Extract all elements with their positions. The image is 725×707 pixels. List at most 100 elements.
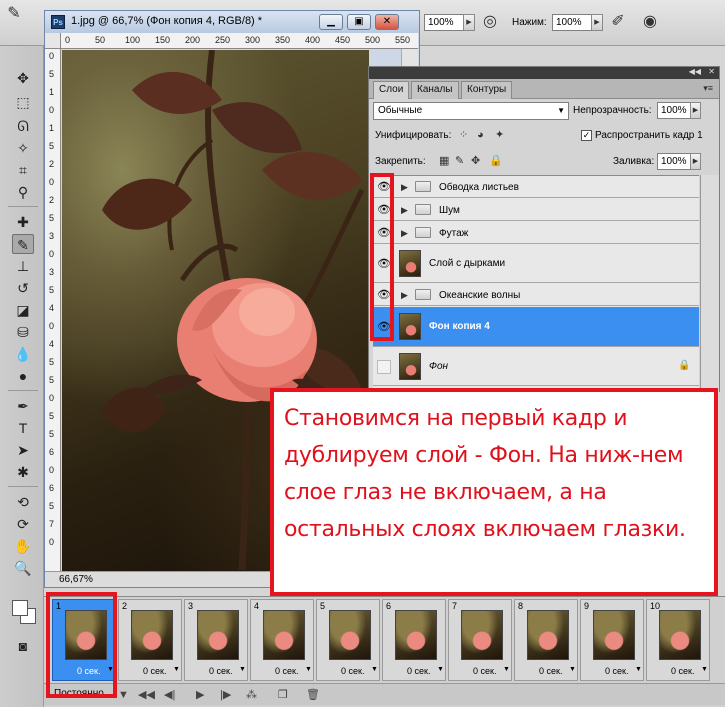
layer-row-group[interactable]: 👁 ▶ Шум: [373, 199, 699, 221]
dodge-tool-icon[interactable]: ●: [12, 366, 34, 386]
animation-frame[interactable]: 9 0 сек. ▼: [580, 599, 644, 681]
chevron-down-icon[interactable]: ▼: [239, 666, 246, 673]
unify-visibility-icon[interactable]: ◕: [477, 129, 484, 141]
first-frame-icon[interactable]: ◀◀: [138, 687, 155, 703]
frame-delay[interactable]: 0 сек.: [143, 666, 166, 676]
lock-pixels-icon[interactable]: ✎: [455, 155, 464, 167]
3d-rotate-tool-icon[interactable]: ⟲: [12, 492, 34, 512]
frame-delay[interactable]: 0 сек.: [407, 666, 430, 676]
ruler-corner[interactable]: [45, 33, 61, 49]
chevron-down-icon[interactable]: ▼: [371, 666, 378, 673]
layer-row[interactable]: 👁 Слой с дырками: [373, 245, 699, 283]
frame-delay[interactable]: 0 сек.: [275, 666, 298, 676]
layer-row-selected[interactable]: 👁 Фон копия 4: [373, 307, 699, 347]
minimize-button[interactable]: ▁: [319, 14, 343, 30]
lock-all-icon[interactable]: 🔒: [489, 155, 503, 167]
lasso-tool-icon[interactable]: ᘏ: [12, 116, 34, 136]
brush-tool-icon[interactable]: ✎: [12, 234, 34, 254]
eyedropper-tool-icon[interactable]: ⚲: [12, 182, 34, 202]
zoom-level[interactable]: 66,67%: [59, 574, 93, 585]
tab-paths[interactable]: Контуры: [461, 81, 513, 99]
chevron-down-icon[interactable]: ▼: [635, 666, 642, 673]
expand-triangle-icon[interactable]: ▶: [401, 228, 408, 239]
press-input[interactable]: 100%: [552, 14, 592, 31]
delete-frame-icon[interactable]: 🗑: [306, 687, 320, 703]
chevron-down-icon[interactable]: ▼: [569, 666, 576, 673]
clone-stamp-tool-icon[interactable]: ⊥: [12, 256, 34, 276]
animation-frame[interactable]: 2 0 сек. ▼: [118, 599, 182, 681]
fill-input[interactable]: 100%: [657, 153, 691, 170]
animation-frame[interactable]: 6 0 сек. ▼: [382, 599, 446, 681]
press-dropdown-arrow[interactable]: ▶: [591, 14, 603, 31]
paint-bucket-tool-icon[interactable]: ⛁: [12, 322, 34, 342]
frame-delay[interactable]: 0 сек.: [473, 666, 496, 676]
panel-close-icon[interactable]: ✕: [708, 67, 715, 76]
maximize-button[interactable]: ▣: [347, 14, 371, 30]
play-icon[interactable]: ▶: [196, 687, 204, 703]
blend-mode-select[interactable]: Обычные ▼: [373, 102, 569, 120]
pen-tool-icon[interactable]: ✒: [12, 396, 34, 416]
tab-layers[interactable]: Слои: [373, 81, 410, 99]
close-button[interactable]: ✕: [375, 14, 399, 30]
collapse-icon[interactable]: ◀◀: [689, 67, 701, 76]
zoom-tool-icon[interactable]: 🔍: [12, 558, 34, 578]
layer-opacity-input[interactable]: 100%: [657, 102, 691, 119]
pressure-size-icon[interactable]: ◉: [640, 12, 660, 32]
animation-frame[interactable]: 10 0 сек. ▼: [646, 599, 710, 681]
panel-collapse-strip[interactable]: ◀◀ ✕: [369, 67, 719, 79]
layer-row-group[interactable]: 👁 ▶ Футаж: [373, 222, 699, 244]
new-frame-icon[interactable]: ❐: [278, 687, 288, 703]
propagate-checkbox[interactable]: ✓: [581, 130, 592, 141]
crop-tool-icon[interactable]: ⌗: [12, 160, 34, 180]
type-tool-icon[interactable]: T: [12, 418, 34, 438]
frame-delay[interactable]: 0 сек.: [539, 666, 562, 676]
loop-dropdown-icon[interactable]: ▼: [118, 687, 129, 703]
animation-frame[interactable]: 5 0 сек. ▼: [316, 599, 380, 681]
document-titlebar[interactable]: Ps 1.jpg @ 66,7% (Фон копия 4, RGB/8) * …: [45, 11, 419, 33]
marquee-tool-icon[interactable]: ⬚: [12, 92, 34, 112]
chevron-down-icon[interactable]: ▼: [701, 666, 708, 673]
frame-delay[interactable]: 0 сек.: [605, 666, 628, 676]
pressure-opacity-icon[interactable]: ✐: [608, 12, 628, 32]
eraser-tool-icon[interactable]: ◪: [12, 300, 34, 320]
panel-menu-icon[interactable]: ▾≡: [703, 83, 713, 94]
chevron-down-icon[interactable]: ▼: [305, 666, 312, 673]
animation-frame[interactable]: 7 0 сек. ▼: [448, 599, 512, 681]
layer-row-group[interactable]: 👁 ▶ Обводка листьев: [373, 176, 699, 198]
tween-icon[interactable]: ⁂: [246, 687, 257, 703]
layer-opacity-arrow[interactable]: ▶: [690, 102, 701, 119]
blur-tool-icon[interactable]: 💧: [12, 344, 34, 364]
quick-select-tool-icon[interactable]: ✧: [12, 138, 34, 158]
fill-arrow[interactable]: ▶: [690, 153, 701, 170]
shape-tool-icon[interactable]: ✱: [12, 462, 34, 482]
animation-frame[interactable]: 4 0 сек. ▼: [250, 599, 314, 681]
healing-brush-tool-icon[interactable]: ✚: [12, 212, 34, 232]
chevron-down-icon[interactable]: ▼: [437, 666, 444, 673]
layers-scrollbar[interactable]: [700, 175, 719, 393]
3d-orbit-tool-icon[interactable]: ⟳: [12, 514, 34, 534]
hand-tool-icon[interactable]: ✋: [12, 536, 34, 556]
unify-position-icon[interactable]: ⁘: [459, 129, 468, 141]
horizontal-ruler[interactable]: 0 50 100 150 200 250 300 350 400 450 500 550: [61, 33, 418, 49]
foreground-color-swatch[interactable]: [12, 600, 28, 616]
tab-channels[interactable]: Каналы: [411, 81, 459, 99]
opacity-input[interactable]: 100%: [424, 14, 464, 31]
brush-preset-icon[interactable]: ✎: [4, 4, 24, 24]
expand-triangle-icon[interactable]: ▶: [401, 290, 408, 301]
quick-mask-icon[interactable]: ◙: [12, 636, 34, 656]
lock-position-icon[interactable]: ✥: [471, 155, 480, 167]
expand-triangle-icon[interactable]: ▶: [401, 182, 408, 193]
layer-row-background[interactable]: Фон 🔒: [373, 348, 699, 386]
history-brush-tool-icon[interactable]: ↺: [12, 278, 34, 298]
expand-triangle-icon[interactable]: ▶: [401, 205, 408, 216]
animation-frame[interactable]: 8 0 сек. ▼: [514, 599, 578, 681]
move-tool-icon[interactable]: ✥: [12, 68, 34, 88]
animation-frame[interactable]: 3 0 сек. ▼: [184, 599, 248, 681]
previous-frame-icon[interactable]: ◀|: [164, 687, 175, 703]
frame-delay[interactable]: 0 сек.: [671, 666, 694, 676]
next-frame-icon[interactable]: |▶: [220, 687, 231, 703]
opacity-dropdown-arrow[interactable]: ▶: [463, 14, 475, 31]
unify-style-icon[interactable]: ✦: [495, 129, 504, 141]
chevron-down-icon[interactable]: ▼: [173, 666, 180, 673]
airbrush-icon[interactable]: ◎: [480, 12, 500, 32]
